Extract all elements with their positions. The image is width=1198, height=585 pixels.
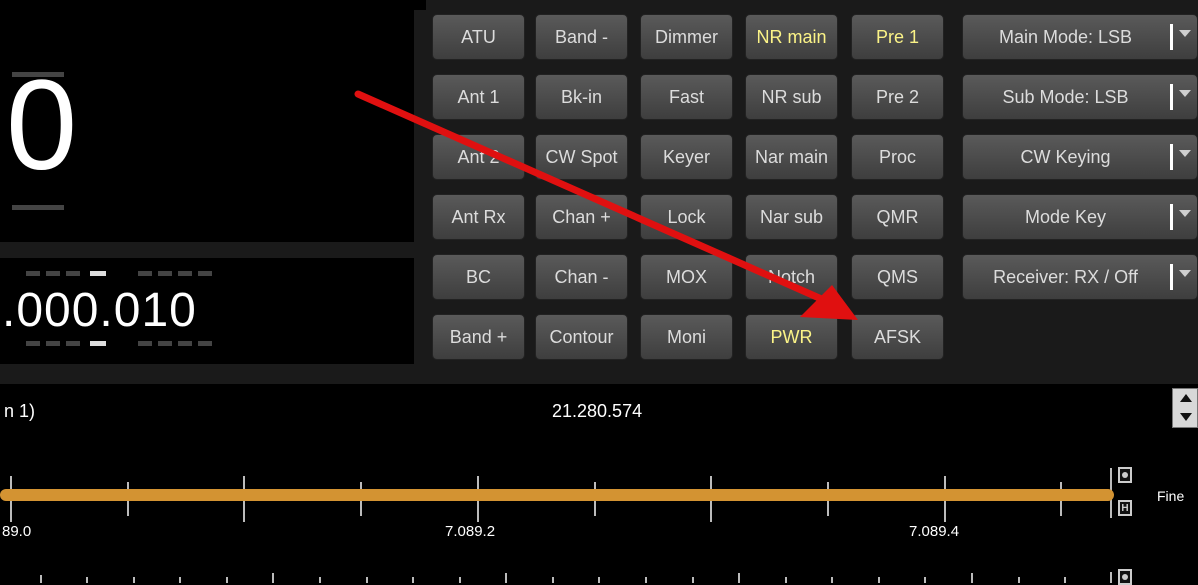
- arrow-line: [354, 90, 839, 309]
- annotation-arrow: [354, 90, 858, 320]
